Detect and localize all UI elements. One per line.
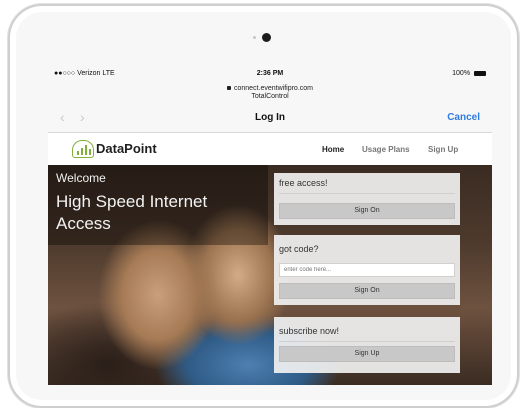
menu-usage-plans[interactable]: Usage Plans: [362, 145, 410, 154]
battery-icon: [474, 70, 486, 76]
free-sign-on-button[interactable]: Sign On: [279, 203, 455, 219]
lock-icon: [227, 86, 231, 91]
clock: 2:36 PM: [256, 70, 284, 77]
divider: [279, 193, 455, 194]
subscribe-title: subscribe now!: [279, 326, 340, 336]
url-host-line: connect.eventwifipro.com: [48, 85, 492, 92]
status-bar: ●●○○○ Verizon LTE 2:36 PM 100%: [48, 66, 492, 82]
battery-indicator: 100%: [452, 70, 486, 77]
sensor-dot: [253, 36, 256, 39]
got-code-title: got code?: [279, 244, 319, 254]
divider: [279, 341, 455, 342]
front-camera: [262, 33, 271, 42]
browser-nav-bar: ‹ › Log In Cancel: [48, 104, 492, 133]
welcome-text: Welcome: [56, 171, 106, 185]
hero-banner: Welcome High Speed Internet Access free …: [48, 165, 492, 385]
code-sign-on-button[interactable]: Sign On: [279, 283, 455, 299]
url-host: connect.eventwifipro.com: [234, 85, 313, 92]
hero-headline: High Speed Internet Access: [56, 192, 208, 233]
subscribe-panel: subscribe now! Sign Up: [274, 317, 460, 373]
site-header: DataPoint Home Usage Plans Sign Up: [48, 133, 492, 166]
url-path: TotalControl: [251, 93, 289, 100]
page-title: Log In: [255, 112, 285, 123]
menu-home[interactable]: Home: [322, 145, 344, 154]
wifi-signal-logo-icon: [72, 140, 94, 158]
code-input[interactable]: [279, 263, 455, 277]
screen: ●●○○○ Verizon LTE 2:36 PM 100% connect.e…: [48, 66, 492, 385]
battery-percent: 100%: [452, 70, 471, 77]
logo-text: DataPoint: [96, 141, 157, 156]
free-access-panel: free access! Sign On: [274, 173, 460, 225]
got-code-panel: got code? Sign On: [274, 235, 460, 305]
url-bar[interactable]: connect.eventwifipro.com TotalControl: [48, 82, 492, 104]
subscribe-sign-up-button[interactable]: Sign Up: [279, 346, 455, 362]
cancel-button[interactable]: Cancel: [447, 112, 480, 123]
menu-sign-up[interactable]: Sign Up: [428, 145, 458, 154]
free-access-title: free access!: [279, 178, 328, 188]
